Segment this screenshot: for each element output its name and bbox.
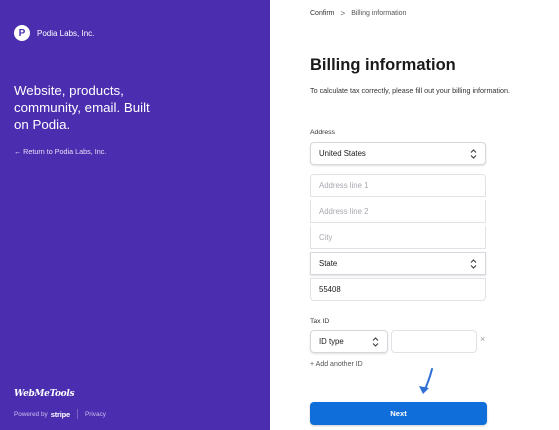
arrow-down-icon bbox=[419, 368, 433, 394]
chevron-updown-icon bbox=[470, 259, 477, 269]
brand-headline: Website, products, community, email. Bui… bbox=[14, 83, 150, 132]
chevron-right-icon: > bbox=[340, 9, 346, 18]
page-title: Billing information bbox=[310, 56, 456, 74]
chevron-updown-icon bbox=[372, 337, 379, 347]
state-value: State bbox=[319, 259, 338, 268]
id-type-value: ID type bbox=[319, 337, 344, 346]
tax-id-input[interactable] bbox=[391, 330, 477, 353]
powered-by-text: Powered by bbox=[14, 410, 48, 418]
privacy-link[interactable]: Privacy bbox=[85, 411, 106, 418]
brand-name: Podia Labs, Inc. bbox=[37, 28, 95, 38]
close-icon[interactable]: × bbox=[480, 334, 485, 344]
return-link[interactable]: ← Return to Podia Labs, Inc. bbox=[14, 147, 106, 156]
address-line1-input[interactable]: Address line 1 bbox=[310, 174, 486, 197]
powered-by-footer: Powered by stripe Privacy bbox=[14, 409, 106, 419]
watermark-logo: WebMeTools bbox=[14, 389, 75, 399]
id-type-select[interactable]: ID type bbox=[310, 330, 388, 353]
country-value: United States bbox=[319, 149, 366, 158]
address-label: Address bbox=[310, 129, 335, 136]
stripe-logo[interactable]: stripe bbox=[51, 410, 70, 419]
zip-input[interactable]: 55408 bbox=[310, 278, 486, 301]
page-subtitle: To calculate tax correctly, please fill … bbox=[310, 86, 511, 95]
billing-form-panel: Confirm > Billing information Billing in… bbox=[270, 0, 559, 430]
add-another-id-link[interactable]: + Add another ID bbox=[310, 361, 363, 368]
tax-id-label: Tax ID bbox=[310, 318, 330, 325]
next-button[interactable]: Next bbox=[310, 402, 487, 425]
brand-panel: P Podia Labs, Inc. Website, products, co… bbox=[0, 0, 270, 430]
podia-logo-icon: P bbox=[14, 25, 30, 41]
footer-divider bbox=[76, 409, 78, 419]
chevron-updown-icon bbox=[470, 149, 477, 159]
country-select[interactable]: United States bbox=[310, 142, 486, 165]
breadcrumb-confirm[interactable]: Confirm bbox=[310, 10, 335, 17]
city-input[interactable]: City bbox=[310, 226, 486, 249]
brand-header: P Podia Labs, Inc. bbox=[14, 25, 94, 41]
breadcrumb: Confirm > Billing information bbox=[310, 9, 406, 18]
address-line2-input[interactable]: Address line 2 bbox=[310, 200, 486, 223]
breadcrumb-current: Billing information bbox=[351, 10, 407, 17]
state-select[interactable]: State bbox=[310, 252, 486, 275]
